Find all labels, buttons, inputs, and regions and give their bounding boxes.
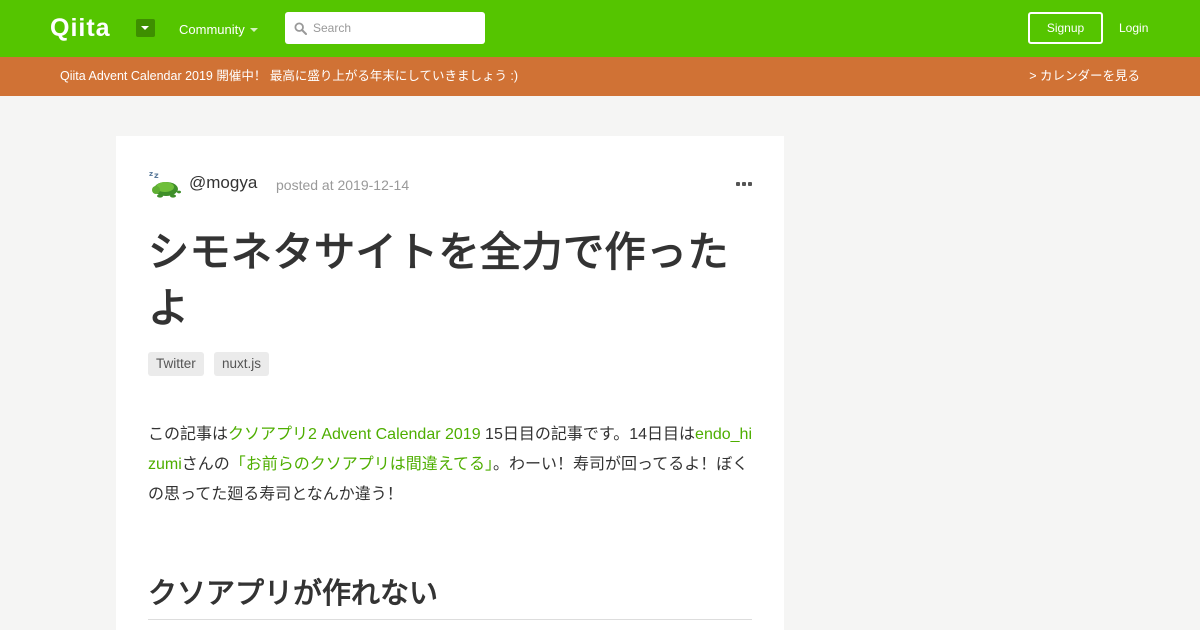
chevron-down-icon (250, 28, 258, 32)
login-link[interactable]: Login (1119, 21, 1148, 35)
qiita-logo[interactable]: Qiita (50, 14, 111, 42)
service-menu-toggle-icon[interactable] (136, 19, 155, 37)
advent-calendar-banner: Qiita Advent Calendar 2019 開催中！ 最高に盛り上がる… (0, 57, 1200, 96)
previous-article-link[interactable]: 「お前らのクソアプリは間違えてる」 (230, 456, 493, 473)
search-input[interactable] (313, 13, 481, 43)
article-intro-paragraph: この記事はクソアプリ2 Advent Calendar 2019 15日目の記事… (148, 420, 754, 510)
section-heading: クソアプリが作れない (148, 574, 752, 620)
sleeping-turtle-avatar-icon[interactable]: z z (148, 168, 181, 199)
intro-text-1: この記事は (148, 426, 229, 443)
svg-text:z: z (149, 170, 153, 178)
article-card (116, 136, 784, 630)
more-options-icon[interactable] (736, 182, 752, 187)
global-header: Qiita Community Signup Login (0, 0, 1200, 57)
article-title: シモネタサイトを全力で作ったよ (148, 229, 729, 331)
signup-button[interactable]: Signup (1028, 12, 1103, 44)
search-icon (294, 22, 307, 35)
advent-calendar-link[interactable]: クソアプリ2 Advent Calendar 2019 (228, 426, 481, 443)
intro-text-2: 15日目の記事です。14日目は (480, 426, 696, 443)
author-username[interactable]: @mogya (189, 173, 257, 193)
svg-text:z: z (154, 171, 159, 180)
banner-text: Qiita Advent Calendar 2019 開催中！ 最高に盛り上がる… (60, 69, 519, 83)
tag-twitter[interactable]: Twitter (148, 352, 204, 376)
posted-date: posted at 2019-12-14 (276, 177, 410, 193)
tag-nuxtjs[interactable]: nuxt.js (214, 352, 270, 376)
intro-text-3: さんの (181, 456, 230, 473)
view-calendar-link[interactable]: > カレンダーを見る (1029, 69, 1140, 84)
community-menu[interactable]: Community (179, 22, 245, 38)
